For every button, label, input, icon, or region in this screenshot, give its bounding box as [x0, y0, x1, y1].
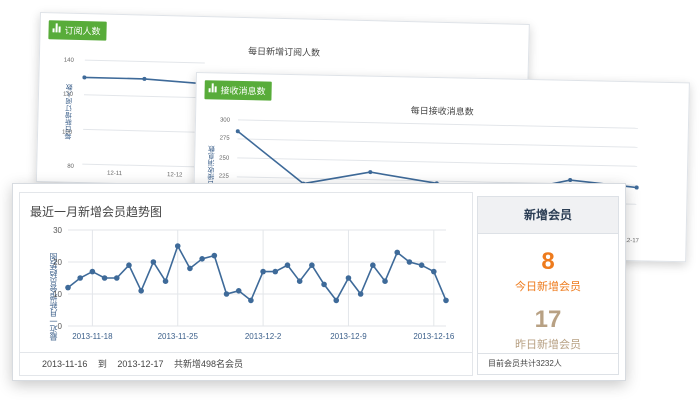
gridline: [237, 138, 638, 148]
data-point: [187, 265, 193, 272]
data-point: [260, 268, 266, 275]
data-point: [235, 288, 242, 294]
gridline: [82, 163, 203, 168]
gridline: [237, 157, 638, 167]
data-point: [174, 243, 181, 249]
data-point: [568, 178, 573, 183]
x-tick-label: 2013-11-18: [72, 332, 113, 341]
data-point: [443, 297, 449, 304]
data-point: [113, 275, 120, 281]
yesterday-new-members-label: 昨日新增会员: [515, 339, 581, 351]
member-chart-panel: 最近一月新增会员趋势图 最近一月新增会员趋势图 0 10 20 30 2013-11-1…: [19, 192, 473, 376]
data-point: [284, 262, 291, 268]
data-point: [65, 284, 71, 291]
y-tick-label: 30: [53, 226, 62, 235]
today-new-members-value: 8: [541, 248, 555, 275]
data-point: [82, 75, 87, 80]
total-members: 目前会员共计3232人: [478, 353, 618, 374]
x-tick-label: 2013-11-25: [158, 332, 199, 341]
x-tick-label: 2013-12-16: [413, 332, 454, 341]
yesterday-new-members-value: 17: [534, 306, 562, 333]
data-point: [248, 297, 254, 304]
data-point: [150, 259, 157, 265]
range-start: 2013-11-16: [42, 359, 88, 369]
data-point: [406, 259, 413, 265]
range-to: 到: [97, 359, 107, 369]
series-line: [67, 244, 447, 302]
range-summary: 共新增498名会员: [173, 359, 244, 369]
date-range-footer: 2013-11-16 到 2013-12-17 共新增498名会员: [20, 352, 472, 375]
member-line-chart: 0 10 20 30 2013-11-18 2013-11-25 2013-12-2 2013…: [53, 226, 455, 341]
data-point: [634, 185, 639, 190]
data-point: [138, 288, 144, 294]
data-point: [382, 278, 388, 284]
data-point: [333, 297, 340, 304]
x-tick-label: 2013-12-2: [245, 332, 282, 341]
data-point: [296, 278, 303, 284]
stats-header: 新增会员: [478, 197, 618, 234]
gridline: [83, 128, 204, 133]
member-trend-card: 最近一月新增会员趋势图 最近一月新增会员趋势图 0 10 20 30 2013-11-1…: [12, 183, 626, 381]
data-point: [142, 76, 147, 81]
y-tick-label: 20: [53, 258, 62, 267]
gridline: [83, 94, 204, 99]
y-tick-label: 10: [53, 290, 62, 299]
data-point: [357, 291, 364, 297]
data-point: [368, 170, 373, 175]
today-new-members-label: 今日新增会员: [515, 281, 581, 293]
new-member-stats-panel: 新增会员 8 今日新增会员 17 昨日新增会员 目前会员共计3232人: [477, 196, 619, 375]
data-point: [394, 249, 401, 256]
data-point: [370, 262, 376, 268]
gridline: [84, 59, 205, 64]
data-point: [89, 268, 96, 275]
data-point: [101, 275, 108, 281]
data-point: [309, 262, 315, 268]
data-point: [223, 291, 230, 297]
data-point: [162, 278, 169, 284]
data-point: [272, 268, 279, 275]
data-point: [211, 252, 218, 259]
range-end: 2013-12-17: [117, 359, 164, 369]
data-point: [431, 268, 437, 275]
data-point: [199, 256, 205, 262]
data-point: [345, 275, 352, 281]
data-point: [321, 281, 327, 288]
x-tick-label: 2013-12-9: [330, 332, 367, 341]
y-tick-label: 0: [58, 322, 63, 331]
data-point: [418, 262, 425, 268]
gridline: [237, 119, 638, 129]
data-point: [77, 275, 83, 281]
data-point: [126, 262, 132, 268]
